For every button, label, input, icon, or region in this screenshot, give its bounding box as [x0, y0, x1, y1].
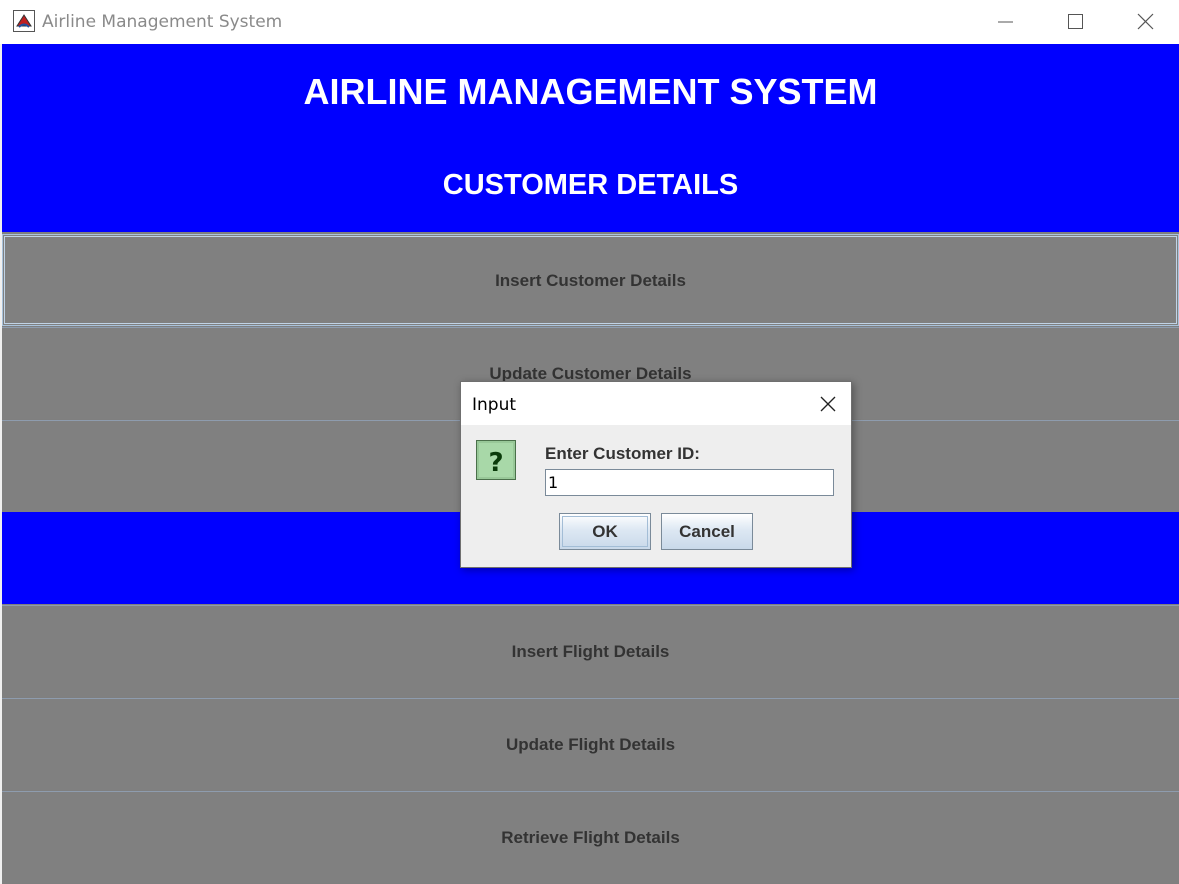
- minimize-icon: [998, 21, 1013, 23]
- retrieve-flight-button[interactable]: Retrieve Flight Details: [2, 791, 1179, 883]
- retrieve-flight-label: Retrieve Flight Details: [501, 828, 680, 847]
- close-button[interactable]: [1110, 0, 1179, 44]
- window-titlebar[interactable]: Airline Management System: [0, 0, 1179, 44]
- app-heading: AIRLINE MANAGEMENT SYSTEM: [303, 71, 878, 112]
- minimize-button[interactable]: [971, 0, 1041, 44]
- insert-customer-button[interactable]: Insert Customer Details: [2, 234, 1179, 326]
- ok-button[interactable]: OK: [559, 513, 651, 550]
- customer-id-input[interactable]: [545, 469, 834, 496]
- update-flight-label: Update Flight Details: [505, 735, 676, 754]
- app-window: Airline Management System AIRLINE MANAGE…: [0, 0, 1179, 884]
- dialog-prompt: Enter Customer ID:: [545, 444, 700, 463]
- java-app-icon: [13, 10, 35, 32]
- question-icon: ?: [476, 440, 518, 482]
- customer-header-panel: AIRLINE MANAGEMENT SYSTEM CUSTOMER DETAI…: [2, 44, 1179, 232]
- insert-flight-label: Insert Flight Details: [511, 642, 670, 661]
- close-icon: [1137, 13, 1154, 30]
- dialog-close-button[interactable]: [810, 386, 846, 422]
- window-title: Airline Management System: [42, 12, 283, 32]
- maximize-button[interactable]: [1040, 0, 1110, 44]
- maximize-icon: [1068, 14, 1083, 29]
- insert-flight-button[interactable]: Insert Flight Details: [2, 605, 1179, 697]
- update-flight-button[interactable]: Update Flight Details: [2, 698, 1179, 790]
- close-icon: [820, 396, 836, 412]
- dialog-title: Input: [472, 395, 517, 415]
- insert-customer-label: Insert Customer Details: [495, 271, 686, 290]
- input-dialog: Input ? Enter Customer ID: OK Cancel: [460, 381, 852, 568]
- dialog-titlebar[interactable]: Input: [461, 382, 851, 425]
- customer-section-heading: CUSTOMER DETAILS: [442, 169, 739, 201]
- svg-text:?: ?: [488, 448, 503, 478]
- cancel-button[interactable]: Cancel: [661, 513, 753, 550]
